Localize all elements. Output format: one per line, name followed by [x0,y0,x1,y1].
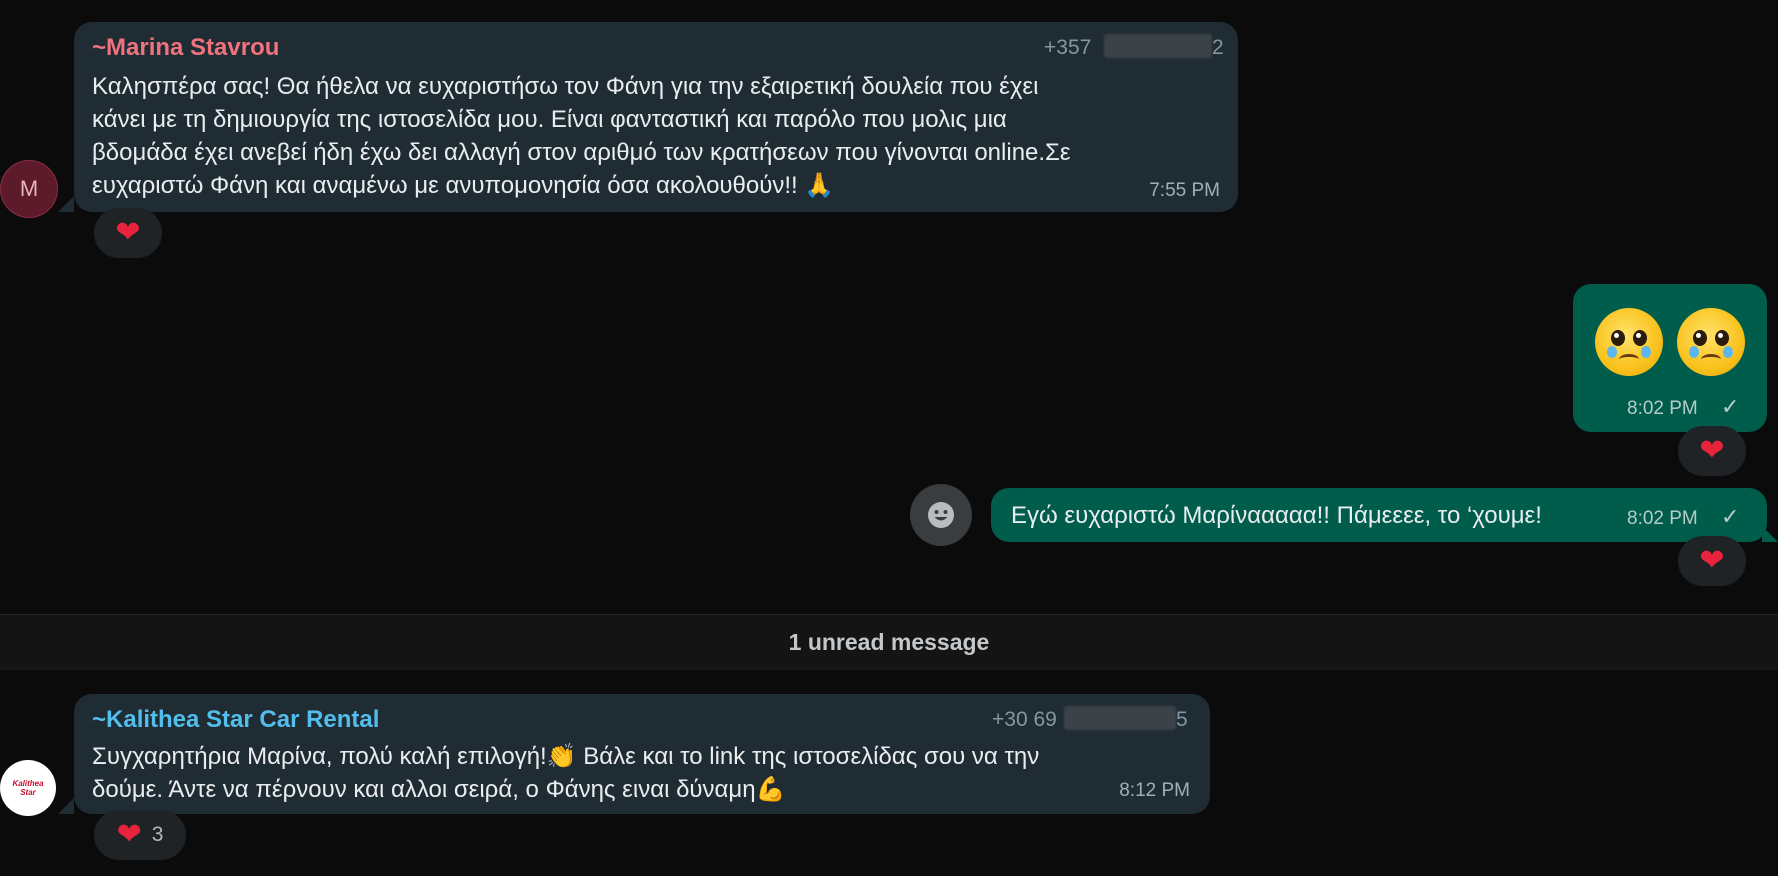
sender-phone: +357 [1044,36,1091,60]
message-time: 8:12 PM [1119,780,1190,801]
message-text: Εγώ ευχαριστώ Μαρίνααααα!! Πάμεεεε, το ‘… [1011,502,1542,529]
avatar-kalithea[interactable]: Kalithea Star [0,760,56,816]
kalithea-logo: Kalithea Star [12,779,44,797]
bubble-tail [58,196,74,212]
phone-redaction [1064,706,1176,730]
bubble-tail [1762,526,1778,542]
message-time: 7:55 PM [1149,180,1220,201]
message-text: Συγχαρητήρια Μαρίνα, πολύ καλή επιλογή!👏… [92,740,1202,806]
phone-redaction [1104,34,1212,58]
unread-divider: 1 unread message [0,614,1778,670]
phone-suffix: 5 [1176,708,1188,731]
unread-divider-label: 1 unread message [788,628,990,655]
reaction-pill[interactable]: ❤ [1678,536,1746,586]
message-line: βδομάδα έχει ανεβεί ήδη έχω δει αλλαγή σ… [92,139,1071,166]
message-bubble-kalithea[interactable]: ~Kalithea Star Car Rental +30 69 5 Συγχα… [74,694,1210,814]
avatar-letter: M [19,176,39,201]
message-bubble-emoji[interactable]: 8:02 PM ✓ [1573,284,1767,432]
sender-name[interactable]: ~Marina Stavrou [92,34,279,62]
message-bubble-reply[interactable]: Εγώ ευχαριστώ Μαρίνααααα!! Πάμεεεε, το ‘… [991,488,1767,542]
heart-icon: ❤ [1699,434,1725,467]
bubble-tail [58,798,74,814]
phone-prefix: +357 [1044,36,1092,59]
smiley-icon [928,502,954,528]
reaction-pill[interactable]: ❤ 3 [94,810,186,860]
sent-check-icon: ✓ [1721,394,1740,419]
reaction-count: 3 [151,823,164,846]
message-line: Καλησπέρα σας! Θα ήθελα να ευχαριστήσω τ… [92,73,1039,100]
reaction-pill[interactable]: ❤ [1678,426,1746,476]
message-line: κάνει με τη δημιουργία της ιστοσελίδα μο… [92,106,1007,133]
pleading-face-icon [1595,308,1663,376]
phone-suffix: 2 [1212,36,1224,59]
sender-name[interactable]: ~Kalithea Star Car Rental [92,706,379,734]
message-text: Καλησπέρα σας! Θα ήθελα να ευχαριστήσω τ… [92,70,1232,202]
sent-check-icon: ✓ [1721,504,1740,529]
add-reaction-button[interactable] [910,484,972,546]
heart-icon: ❤ [116,818,142,851]
message-time: 8:02 PM [1627,398,1698,419]
heart-icon: ❤ [115,216,141,249]
message-time: 8:02 PM [1627,508,1698,529]
message-line: δούμε. Άντε να πέρνουν και αλλοι σειρά, … [92,776,786,803]
message-line: ευχαριστώ Φάνη και αναμένω με ανυπομονησ… [92,172,835,199]
reaction-pill[interactable]: ❤ [94,208,162,258]
avatar-marina[interactable]: M [0,160,58,218]
pleading-face-icon [1677,308,1745,376]
message-line: Συγχαρητήρια Μαρίνα, πολύ καλή επιλογή!👏… [92,743,1040,770]
sender-phone: +30 69 [992,708,1057,731]
message-bubble-marina[interactable]: ~Marina Stavrou +357 2 Καλησπέρα σας! Θα… [74,22,1238,212]
heart-icon: ❤ [1699,544,1725,577]
